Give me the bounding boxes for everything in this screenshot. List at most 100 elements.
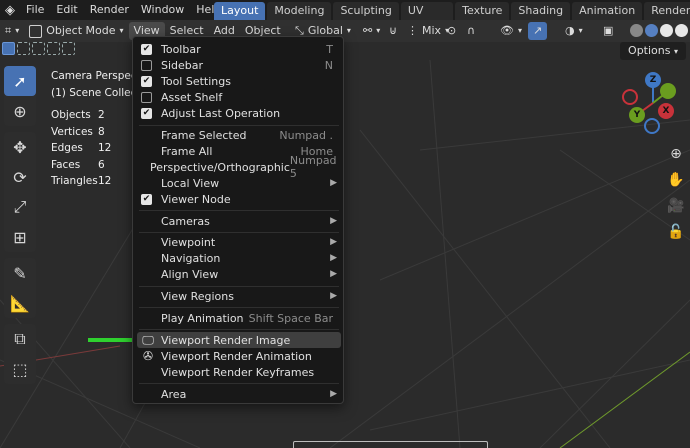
- magnet-icon: ⊍: [389, 24, 398, 37]
- menu-item-toolbar[interactable]: ✔ Toolbar T: [137, 41, 341, 57]
- pivot-select[interactable]: ⚯ ▾: [358, 22, 385, 40]
- menu-item-label: Frame Selected: [161, 128, 247, 142]
- menu-item-label: Viewport Render Image: [161, 333, 291, 347]
- gizmo-x-axis[interactable]: X: [658, 103, 674, 119]
- stat-key: Faces: [51, 158, 81, 171]
- select-intersect-icon[interactable]: [62, 42, 75, 55]
- add-cube-icon[interactable]: ⧉: [4, 324, 36, 354]
- tab-texture-paint[interactable]: Texture Paint: [455, 2, 510, 35]
- menu-item-viewport-render-image[interactable]: 🖵 Viewport Render Image: [137, 332, 341, 348]
- visibility-select[interactable]: 👁 ▾: [495, 22, 527, 40]
- proportional-icon: ⊙: [447, 24, 457, 37]
- menu-item-shortcut: T: [326, 42, 333, 56]
- tab-uv-editing[interactable]: UV Editing: [400, 2, 454, 35]
- move-icon[interactable]: ✥: [4, 132, 36, 162]
- tool-group-transform: ✥ ⟳ ⤢ ⊞: [4, 132, 36, 252]
- menu-item-label: Perspective/Orthographic: [150, 160, 290, 174]
- gizmo-toggle[interactable]: ↗: [528, 22, 548, 40]
- tab-rendering[interactable]: Rendering: [644, 2, 690, 20]
- select-invert-icon[interactable]: [47, 42, 60, 55]
- menu-item-sidebar[interactable]: Sidebar N: [137, 57, 341, 73]
- mode-select[interactable]: Object Mode ▾: [24, 22, 128, 40]
- gizmo-z-axis[interactable]: Z: [645, 72, 661, 88]
- checkbox-unchecked-icon: [141, 59, 152, 71]
- annotate-icon[interactable]: ✎: [4, 258, 36, 288]
- falloff-select[interactable]: ∩: [462, 22, 480, 40]
- lock-icon[interactable]: 🔓: [664, 220, 688, 244]
- select-subtract-icon[interactable]: [32, 42, 45, 55]
- gizmo-y-axis[interactable]: Y: [629, 107, 645, 123]
- menu-item-play-animation[interactable]: Play Animation Shift Space Bar: [137, 310, 341, 326]
- xray-icon: ▣: [603, 24, 614, 37]
- menu-item-viewer-node[interactable]: ✔ Viewer Node: [137, 191, 341, 207]
- overlay-toggle[interactable]: ◑ ▾: [560, 22, 588, 40]
- menu-item-tool-settings[interactable]: ✔ Tool Settings: [137, 73, 341, 89]
- rendered-shading-icon[interactable]: [675, 24, 688, 37]
- select-new-icon[interactable]: [2, 42, 15, 55]
- scale-icon[interactable]: ⤢: [4, 192, 36, 222]
- navigation-gizmo[interactable]: Z Y X: [620, 70, 686, 136]
- menu-item-frame-selected[interactable]: Frame Selected Numpad .: [137, 127, 341, 143]
- falloff-curve-icon: ∩: [467, 24, 476, 37]
- object-mode-icon: [29, 24, 43, 38]
- cursor-icon[interactable]: ⊕: [4, 96, 36, 126]
- gizmo-neg-x-axis[interactable]: [622, 89, 638, 105]
- camera-view-icon[interactable]: 🎥: [664, 194, 688, 218]
- transform-icon[interactable]: ⊞: [4, 222, 36, 252]
- menu-item-align-view[interactable]: Align View ▶: [137, 266, 341, 282]
- options-button[interactable]: Options ▾: [620, 42, 686, 60]
- snap-target-icon: ⋮: [407, 24, 418, 37]
- solid-shading-icon[interactable]: [645, 24, 658, 37]
- menu-item-local-view[interactable]: Local View ▶: [137, 175, 341, 191]
- menu-render[interactable]: Render: [84, 0, 135, 20]
- menu-file[interactable]: File: [20, 0, 50, 20]
- selection-mode-group: [2, 42, 75, 55]
- tab-sculpting[interactable]: Sculpting: [333, 2, 399, 20]
- snap-toggle[interactable]: ⊍: [384, 22, 402, 40]
- select-extend-icon[interactable]: [17, 42, 30, 55]
- pan-hand-icon[interactable]: ✋: [664, 168, 688, 192]
- submenu-arrow-icon: ▶: [330, 269, 337, 279]
- menu-item-cameras[interactable]: Cameras ▶: [137, 213, 341, 229]
- gizmo-y-axis-neg[interactable]: [660, 83, 676, 99]
- wireframe-shading-icon[interactable]: [630, 24, 643, 37]
- checkbox-checked-icon: ✔: [141, 107, 152, 119]
- proportional-edit-toggle[interactable]: ⊙: [442, 22, 461, 40]
- menu-item-adjust-last-operation[interactable]: ✔ Adjust Last Operation: [137, 105, 341, 121]
- menu-window[interactable]: Window: [135, 0, 190, 20]
- overlay-icon: ◑: [565, 24, 575, 37]
- menu-item-area[interactable]: Area ▶: [137, 386, 341, 402]
- material-shading-icon[interactable]: [660, 24, 673, 37]
- menu-item-viewpoint[interactable]: Viewpoint ▶: [137, 234, 341, 250]
- add-object-icon[interactable]: ⬚: [4, 354, 36, 384]
- menu-item-perspective-orthographic[interactable]: Perspective/Orthographic Numpad 5: [137, 154, 341, 180]
- menu-edit[interactable]: Edit: [50, 0, 83, 20]
- gizmo-neg-z-axis[interactable]: [644, 118, 660, 134]
- tab-modeling[interactable]: Modeling: [267, 2, 332, 20]
- submenu-arrow-icon: ▶: [330, 216, 337, 226]
- tab-animation[interactable]: Animation: [572, 2, 643, 20]
- menu-item-viewport-render-animation[interactable]: ✇ Viewport Render Animation: [137, 348, 341, 364]
- menu-item-label: Viewport Render Animation: [161, 349, 312, 363]
- menu-item-asset-shelf[interactable]: Asset Shelf: [137, 89, 341, 105]
- tool-group-select: ➚ ⊕: [4, 66, 36, 126]
- tab-layout[interactable]: Layout: [214, 2, 266, 20]
- xray-toggle[interactable]: ▣: [598, 22, 618, 40]
- stat-key: Vertices: [51, 125, 93, 138]
- link-icon: ⚯: [363, 24, 373, 37]
- select-box-icon[interactable]: ➚: [4, 66, 36, 96]
- menu-separator: [139, 210, 339, 211]
- measure-icon[interactable]: 📐: [4, 288, 36, 318]
- submenu-arrow-icon: ▶: [330, 389, 337, 399]
- eye-icon: 👁: [500, 24, 514, 37]
- rotate-icon[interactable]: ⟳: [4, 162, 36, 192]
- menu-item-navigation[interactable]: Navigation ▶: [137, 250, 341, 266]
- checkbox-checked-icon: ✔: [141, 43, 152, 55]
- menu-item-viewport-render-keyframes[interactable]: Viewport Render Keyframes: [137, 364, 341, 380]
- zoom-icon[interactable]: ⊕: [664, 142, 688, 166]
- tab-shading[interactable]: Shading: [511, 2, 571, 20]
- grid-editor-icon: ⌗: [5, 24, 12, 37]
- menu-item-view-regions[interactable]: View Regions ▶: [137, 288, 341, 304]
- editor-type-button[interactable]: ⌗ ▾: [0, 22, 24, 40]
- blender-logo-icon[interactable]: ◈: [0, 0, 20, 20]
